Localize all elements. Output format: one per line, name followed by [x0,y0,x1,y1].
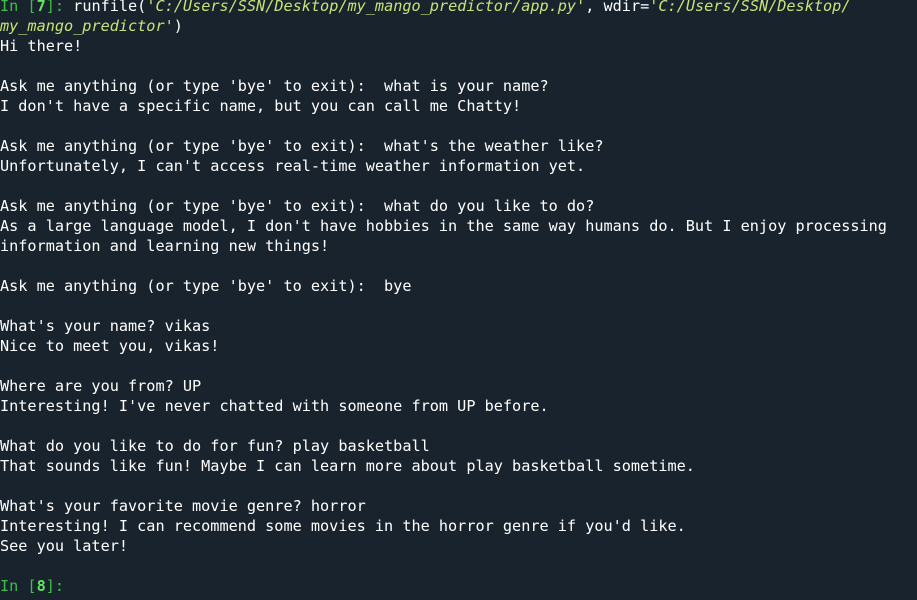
output-line: Ask me anything (or type 'bye' to exit):… [0,197,595,215]
output-line: What's your name? vikas [0,317,211,335]
ipython-console[interactable]: In [7]: runfile('C:/Users/SSN/Desktop/my… [0,0,917,600]
run-command-line-continued: my_mango_predictor') [0,16,917,36]
output-line: Ask me anything (or type 'bye' to exit):… [0,77,549,95]
next-input-line[interactable]: In [8]: [0,576,917,596]
runfile-call: runfile( [73,0,147,15]
output-line: I don't have a specific name, but you ca… [0,97,522,115]
output-line: Hi there! [0,37,83,55]
output-line: See you later! [0,537,129,555]
output-line: Interesting! I can recommend some movies… [0,517,686,535]
wdir-path-string-part1: 'C:/Users/SSN/Desktop/ [649,0,851,15]
run-command-line: In [7]: runfile('C:/Users/SSN/Desktop/my… [0,0,917,16]
output-line: Ask me anything (or type 'bye' to exit):… [0,277,412,295]
output-line: Interesting! I've never chatted with som… [0,397,549,415]
output-line: That sounds like fun! Maybe I can learn … [0,457,695,475]
output-line: What's your favorite movie genre? horror [0,497,366,515]
console-output: Hi there! Ask me anything (or type 'bye' … [0,36,917,576]
output-line: Where are you from? UP [0,377,202,395]
wdir-path-string-part2: my_mango_predictor' [0,17,174,35]
input-prompt-number: 7 [36,0,46,15]
input-prompt-number: 8 [36,577,46,595]
output-line: Unfortunately, I can't access real-time … [0,157,586,175]
output-line: Ask me anything (or type 'bye' to exit):… [0,137,604,155]
wdir-arg: , wdir= [585,0,650,15]
output-line: information and learning new things! [0,237,330,255]
input-prompt: In [8]: [0,577,74,595]
file-path-string: 'C:/Users/SSN/Desktop/my_mango_predictor… [146,0,586,15]
output-line: Nice to meet you, vikas! [0,337,220,355]
output-line: What do you like to do for fun? play bas… [0,437,430,455]
output-line: As a large language model, I don't have … [0,217,887,235]
runfile-call-close: ) [173,17,183,35]
input-prompt: In [7]: [0,0,73,15]
